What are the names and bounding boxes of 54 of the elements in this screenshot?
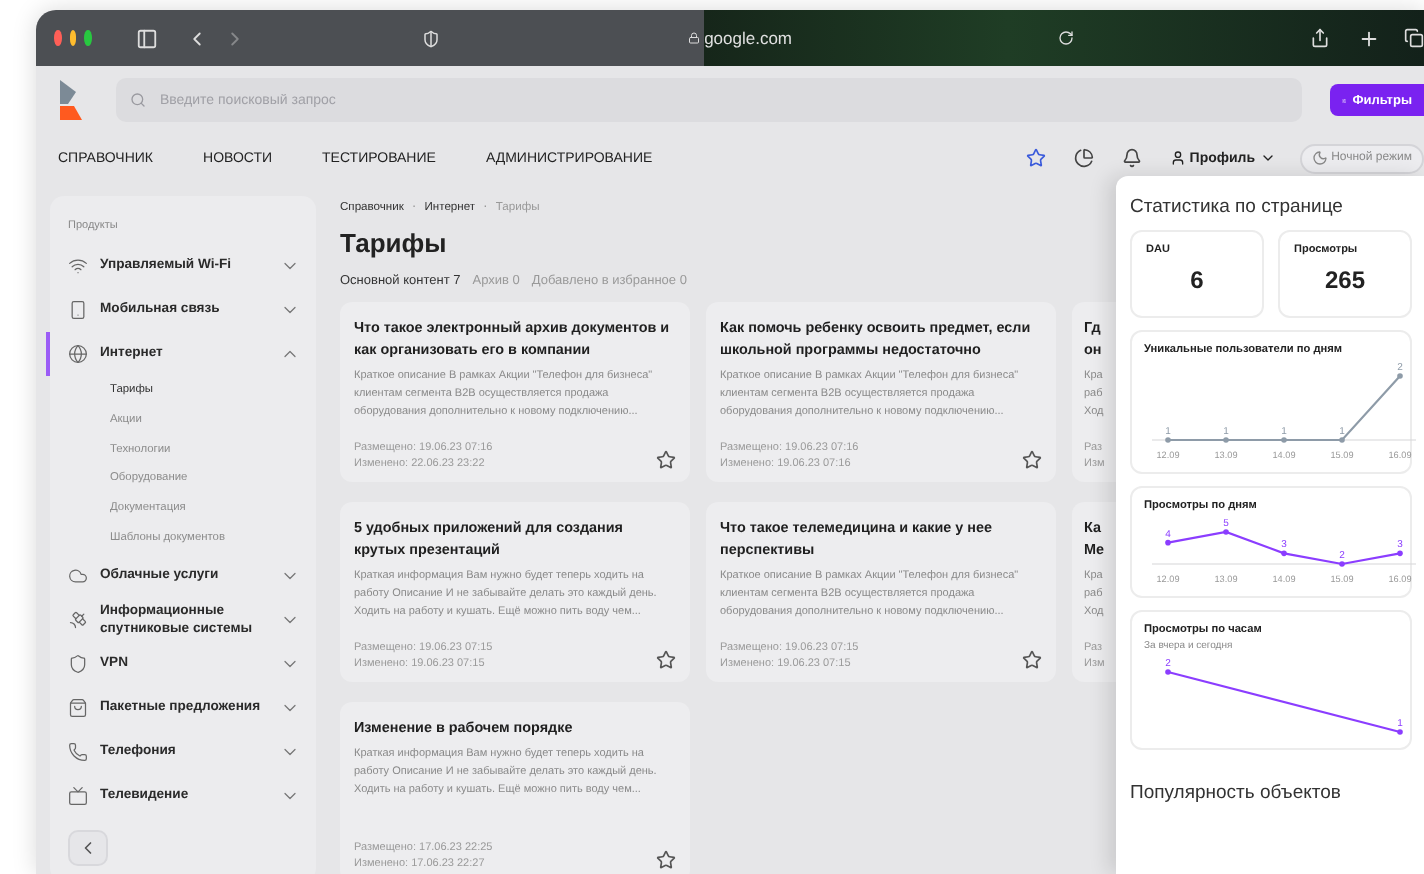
data-point bbox=[1223, 529, 1229, 535]
data-point bbox=[1281, 437, 1287, 443]
favorite-star-icon[interactable] bbox=[1022, 450, 1042, 470]
favorite-star-icon[interactable] bbox=[1022, 650, 1042, 670]
favorite-star-icon[interactable] bbox=[656, 850, 676, 870]
metric-value: 265 bbox=[1322, 266, 1368, 294]
tabs-icon[interactable] bbox=[1404, 28, 1424, 48]
lock-icon bbox=[688, 32, 701, 44]
maximize-dot bbox=[84, 30, 93, 46]
panel-title: Статистика по странице bbox=[1130, 196, 1345, 218]
minimize-dot bbox=[69, 30, 77, 46]
data-point bbox=[1281, 550, 1287, 557]
data-point bbox=[1165, 539, 1171, 546]
close-dot bbox=[54, 30, 62, 46]
data-point bbox=[1397, 550, 1403, 557]
data-point bbox=[1339, 561, 1345, 567]
pie-chart-icon[interactable] bbox=[1073, 148, 1094, 168]
data-point bbox=[1165, 437, 1171, 443]
sidebar-icon[interactable] bbox=[136, 27, 159, 49]
search-icon bbox=[130, 92, 146, 108]
share-icon[interactable] bbox=[1310, 28, 1331, 48]
data-point bbox=[1397, 729, 1403, 735]
new-tab-icon[interactable] bbox=[1358, 27, 1381, 49]
phone-icon bbox=[68, 741, 88, 762]
wifi-icon bbox=[68, 256, 88, 276]
data-point bbox=[1165, 669, 1171, 675]
shield-icon bbox=[68, 653, 88, 674]
bag-icon bbox=[68, 697, 88, 718]
article-card[interactable] bbox=[706, 502, 1056, 682]
moon-icon bbox=[1311, 150, 1328, 166]
favorite-star-icon[interactable] bbox=[656, 450, 676, 470]
bell-icon[interactable] bbox=[1121, 148, 1142, 168]
satellite-icon bbox=[68, 609, 88, 630]
reload-icon[interactable] bbox=[1058, 30, 1075, 46]
favorite-star-icon[interactable] bbox=[656, 650, 676, 670]
globe-icon bbox=[68, 344, 88, 364]
star-icon[interactable] bbox=[1025, 148, 1046, 168]
article-card[interactable] bbox=[340, 302, 690, 482]
shield-icon[interactable] bbox=[422, 29, 441, 47]
data-point bbox=[1339, 437, 1345, 443]
user-icon bbox=[1169, 150, 1186, 166]
data-point bbox=[1397, 373, 1403, 379]
data-point bbox=[1223, 437, 1229, 443]
page-title: Тарифы bbox=[340, 228, 449, 258]
cloud-icon bbox=[68, 565, 88, 586]
article-card[interactable] bbox=[706, 302, 1056, 482]
tv-icon bbox=[68, 785, 88, 806]
chevron-down-icon bbox=[1259, 150, 1276, 166]
article-card[interactable] bbox=[340, 502, 690, 682]
metric-value: 6 bbox=[1188, 266, 1206, 294]
smartphone-icon bbox=[68, 300, 88, 320]
section-title: Популярность объектов bbox=[1130, 782, 1343, 804]
address-field[interactable]: google.com bbox=[704, 28, 793, 48]
logo bbox=[56, 80, 88, 120]
